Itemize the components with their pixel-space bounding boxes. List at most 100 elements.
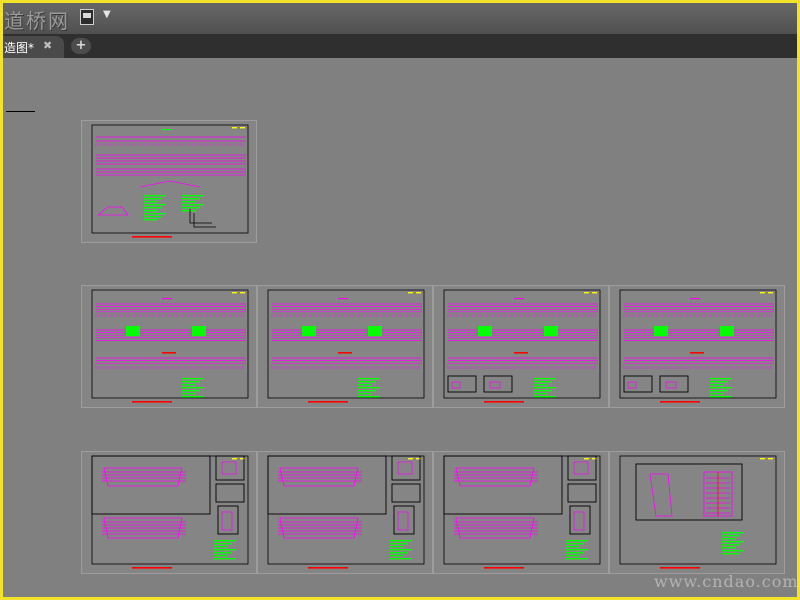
sheet-title-bar [308,401,348,403]
box-girder [279,467,359,487]
note-line [722,541,744,543]
note-line [722,544,740,546]
sheet-drawing [443,455,601,569]
box-girder [455,467,535,487]
note-line [534,384,548,386]
note-line [182,384,196,386]
detail-frame [91,455,211,515]
note-line [534,381,552,383]
title-bar: 道桥网 ▼ [0,0,800,34]
note-line [214,558,236,560]
corner-mark [768,292,773,294]
sheet-title-bar [132,401,172,403]
corner-mark [240,127,245,129]
sheet-title-bar [660,401,700,403]
note-line [722,547,736,549]
detail-shape [221,461,237,475]
sheet-title-bar [484,401,524,403]
note-line [182,390,200,392]
note-line [390,549,412,551]
sheet-drawing [267,455,425,569]
sheet-border [267,289,425,399]
note-line [534,387,556,389]
layout-sheet[interactable] [257,285,433,408]
note-line [182,207,200,209]
note-line [390,540,412,542]
green-block [302,326,316,336]
note-line [182,396,204,398]
note-line [358,396,380,398]
detail-frame [215,455,245,481]
detail-frame [391,483,421,503]
note-line [144,204,166,206]
detail-frame [483,375,513,393]
corner-mark [760,458,765,460]
corner-mark [232,127,237,129]
close-icon[interactable]: ✖ [43,39,52,52]
note-line [182,381,200,383]
dropdown-arrow-icon[interactable]: ▼ [103,9,111,20]
layout-sheet[interactable] [433,285,609,408]
sheet-title-bar [132,236,172,238]
layout-sheet[interactable] [257,451,433,574]
corner-mark [584,458,589,460]
ucs-line [6,111,35,112]
tab-drawing[interactable]: 造图* ✖ [0,36,64,58]
note-line [144,219,158,221]
note-line [214,555,228,557]
sheet-border [91,289,249,399]
note-line [182,378,204,380]
sheet-border [619,455,777,565]
detail-frame [443,455,563,515]
detail-shape [397,461,413,475]
layout-sheet[interactable] [609,451,785,574]
note-line [144,213,166,215]
layout-sheet[interactable] [609,285,785,408]
note-line [182,198,200,200]
watermark: www.cndao.com [654,572,799,591]
drawing-title [690,298,700,300]
note-line [566,540,588,542]
corner-mark [408,458,413,460]
corner-mark [232,292,237,294]
note-line [144,207,162,209]
sheet-drawing [267,289,425,403]
green-block [478,326,492,336]
green-block [544,326,558,336]
leader-line [193,213,216,228]
drawing-title [162,298,172,300]
layout-sheet[interactable] [433,451,609,574]
layout-sheet[interactable] [81,120,257,243]
note-line [358,387,380,389]
layout-sheet[interactable] [81,451,257,574]
green-block [720,326,734,336]
note-line [358,378,380,380]
section-shape [96,206,129,216]
corner-mark [416,292,421,294]
note-line [358,393,372,395]
note-line [358,384,372,386]
note-line [722,535,740,537]
detail-frame [567,455,597,481]
note-line [534,390,552,392]
corner-mark [768,458,773,460]
note-line [182,393,196,395]
note-line [182,201,196,203]
detail-shape [221,511,233,531]
note-line [566,543,584,545]
drawing-title [162,129,172,131]
sheet-border [443,289,601,399]
tab-label: 造图* [4,41,35,55]
detail-shape [397,511,409,531]
detail-frame [215,483,245,503]
note-line [710,384,724,386]
add-tab-button[interactable]: + [71,38,91,54]
note-line [182,195,204,197]
corner-mark [592,292,597,294]
note-line [722,538,736,540]
corner-mark [760,292,765,294]
detail-frame [567,483,597,503]
layout-sheet[interactable] [81,285,257,408]
floppy-save-icon[interactable] [80,9,94,25]
detail-shape [573,511,585,531]
